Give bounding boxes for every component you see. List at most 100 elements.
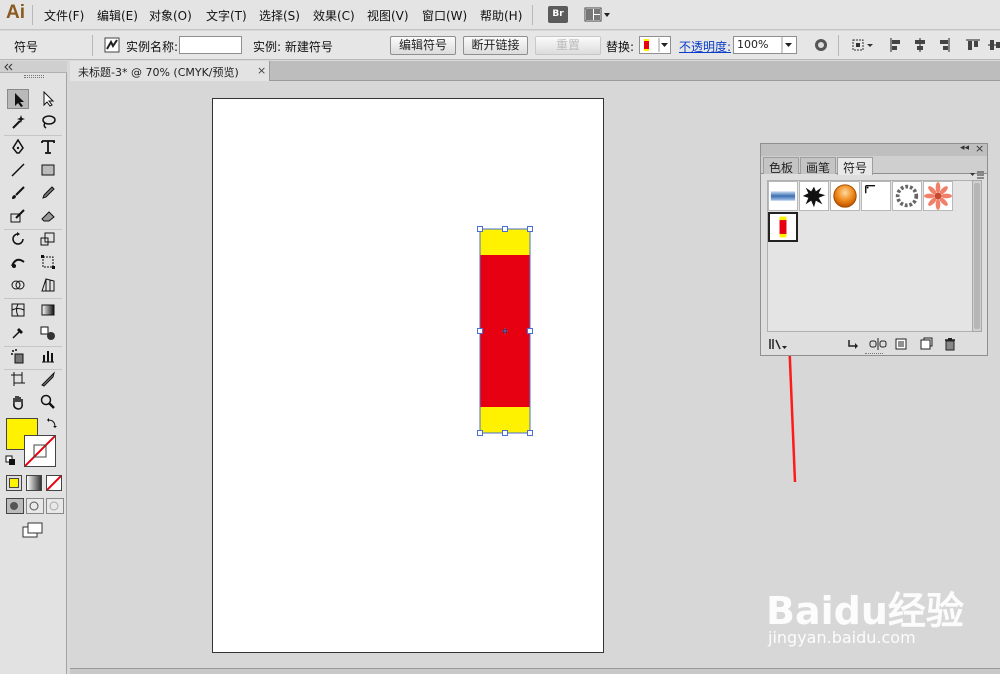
symbol-blue-banner[interactable] (768, 181, 798, 211)
symbol-daisy-flower[interactable] (923, 181, 953, 211)
panel-resize-grip[interactable] (865, 353, 883, 356)
tab-symbols[interactable]: 符号 (837, 157, 874, 175)
mesh-tool[interactable] (7, 300, 29, 320)
menu-effect[interactable]: 效果(C) (313, 7, 355, 24)
break-link-button[interactable]: 断开链接 (463, 36, 528, 55)
delete-symbol-icon[interactable] (943, 337, 957, 351)
perspective-grid-tool[interactable] (37, 275, 59, 295)
blend-tool[interactable] (37, 323, 59, 343)
bridge-button[interactable]: Br (548, 6, 568, 23)
draw-inside-button[interactable] (46, 498, 64, 514)
place-symbol-instance-icon[interactable] (846, 337, 860, 351)
pen-tool[interactable] (7, 137, 29, 157)
pencil-tool[interactable] (37, 183, 59, 203)
eyedropper-tool[interactable] (7, 323, 29, 343)
panel-scrollbar[interactable] (972, 180, 982, 332)
lasso-tool[interactable] (37, 112, 59, 132)
screen-mode-icon[interactable] (22, 522, 44, 538)
artboard-tool[interactable] (7, 369, 29, 389)
hand-tool[interactable] (7, 392, 29, 412)
selection-handle[interactable] (527, 430, 533, 436)
align-right-icon[interactable] (937, 38, 951, 52)
instance-name-input[interactable] (179, 36, 242, 54)
symbol-orange-sphere[interactable] (830, 181, 860, 211)
tab-swatches[interactable]: 色板 (763, 157, 800, 175)
paintbrush-tool[interactable] (7, 183, 29, 203)
blob-brush-tool[interactable] (7, 206, 29, 226)
selection-handle[interactable] (527, 226, 533, 232)
symbol-new-symbol[interactable] (768, 212, 798, 242)
panel-title-bar[interactable]: ◂◂ × (761, 142, 987, 156)
slice-knife-icon (41, 371, 55, 387)
menu-window[interactable]: 窗口(W) (422, 7, 467, 24)
symbol-sprayer-tool[interactable] (7, 346, 29, 366)
rotate-tool[interactable] (7, 229, 29, 249)
panel-collapse-icon[interactable]: ◂◂ (960, 143, 969, 153)
direct-selection-tool[interactable] (37, 89, 59, 109)
stroke-swatch[interactable] (24, 435, 56, 467)
selection-handle[interactable] (502, 226, 508, 232)
edit-symbol-button[interactable]: 编辑符号 (390, 36, 456, 55)
tools-panel-header[interactable] (0, 61, 67, 73)
scale-tool[interactable] (37, 229, 59, 249)
slice-tool[interactable] (37, 369, 59, 389)
type-tool[interactable] (37, 137, 59, 157)
menu-view[interactable]: 视图(V) (367, 7, 409, 24)
color-mode-button[interactable] (6, 475, 22, 491)
symbol-ink-splat[interactable] (799, 181, 829, 211)
zoom-tool[interactable] (37, 392, 59, 412)
menu-help[interactable]: 帮助(H) (480, 7, 522, 24)
selection-handle[interactable] (477, 226, 483, 232)
symbol-library-menu-icon[interactable] (768, 337, 788, 351)
gradient-mode-button[interactable] (26, 475, 42, 491)
rectangle-tool[interactable] (37, 160, 59, 180)
free-transform-tool[interactable] (37, 252, 59, 272)
selection-handle[interactable] (527, 328, 533, 334)
swap-fill-stroke-icon[interactable] (46, 417, 58, 429)
selection-handle[interactable] (477, 328, 483, 334)
default-fill-stroke-icon[interactable] (5, 455, 17, 467)
symbol-options-icon[interactable] (894, 337, 908, 351)
tab-brushes[interactable]: 画笔 (800, 157, 837, 175)
arrange-documents-button[interactable] (584, 6, 612, 23)
replace-symbol-select[interactable] (639, 36, 671, 54)
align-top-icon[interactable] (966, 38, 980, 52)
menu-type[interactable]: 文字(T) (206, 7, 247, 24)
selection-tool[interactable] (7, 89, 29, 109)
menu-edit[interactable]: 编辑(E) (97, 7, 138, 24)
warp-tool[interactable] (7, 252, 29, 272)
transform-reference-icon[interactable] (851, 38, 875, 52)
column-graph-tool[interactable] (37, 346, 59, 366)
selection-handle[interactable] (477, 430, 483, 436)
gradient-tool[interactable] (37, 300, 59, 320)
panel-menu-icon[interactable] (969, 170, 985, 180)
opacity-link[interactable]: 不透明度: (679, 38, 731, 55)
symbol-frame-corner[interactable] (861, 181, 891, 211)
break-link-icon[interactable] (869, 337, 887, 351)
symbol-laurel-ring[interactable] (892, 181, 922, 211)
panel-close-icon[interactable]: × (975, 142, 984, 155)
magic-wand-tool[interactable] (7, 112, 29, 132)
new-symbol-icon[interactable] (919, 337, 933, 351)
recolor-artwork-icon[interactable] (814, 38, 828, 52)
selection-handle[interactable] (502, 430, 508, 436)
line-segment-tool[interactable] (7, 160, 29, 180)
eraser-tool[interactable] (37, 206, 59, 226)
opacity-select[interactable]: 100% (733, 36, 797, 54)
menu-select[interactable]: 选择(S) (259, 7, 300, 24)
document-tab[interactable]: 未标题-3* @ 70% (CMYK/预览) × (70, 61, 270, 81)
reset-button[interactable]: 重置 (535, 36, 601, 55)
align-left-icon[interactable] (889, 38, 903, 52)
align-center-icon[interactable] (913, 38, 927, 52)
panel-scroll-thumb[interactable] (974, 183, 980, 329)
tools-grip[interactable] (24, 75, 44, 78)
align-vertical-center-icon[interactable] (988, 38, 1000, 52)
menu-file[interactable]: 文件(F) (44, 7, 84, 24)
close-tab-icon[interactable]: × (257, 64, 266, 77)
draw-behind-button[interactable] (26, 498, 44, 514)
none-mode-button[interactable] (46, 475, 62, 491)
draw-normal-button[interactable] (6, 498, 24, 514)
menu-object[interactable]: 对象(O) (149, 7, 192, 24)
shape-builder-tool[interactable] (7, 275, 29, 295)
symbol-instance[interactable] (477, 226, 533, 436)
